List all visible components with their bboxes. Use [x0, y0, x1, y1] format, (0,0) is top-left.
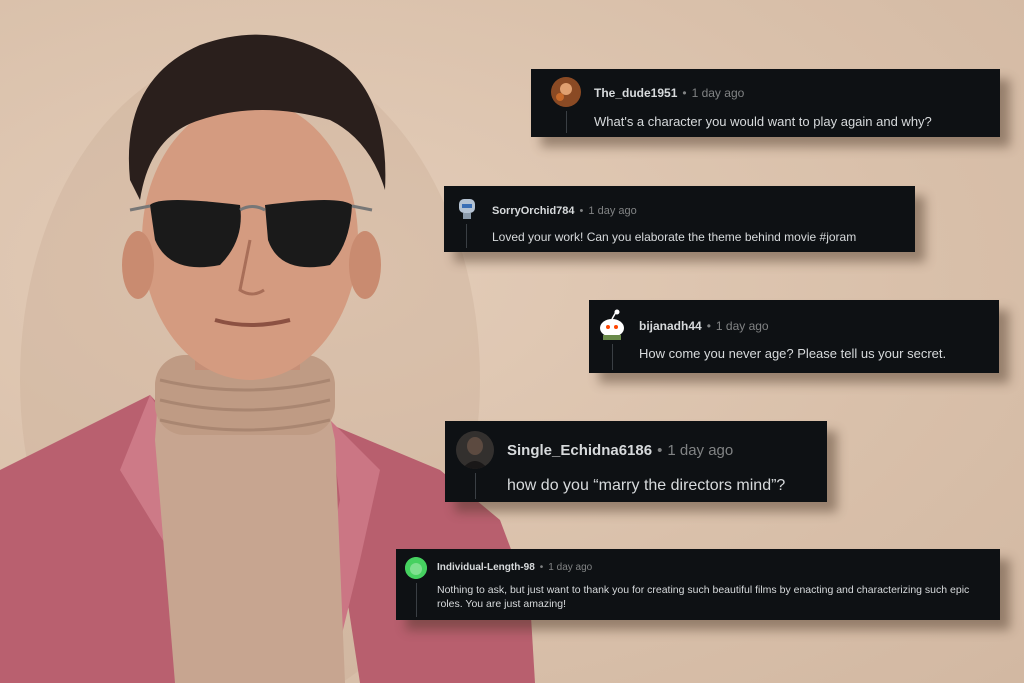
- comment-card[interactable]: bijanadh44 • 1 day ago How come you neve…: [589, 300, 999, 373]
- timestamp[interactable]: 1 day ago: [667, 442, 733, 459]
- timestamp[interactable]: 1 day ago: [692, 86, 745, 100]
- username[interactable]: The_dude1951: [594, 86, 677, 100]
- comment-card[interactable]: Single_Echidna6186 • 1 day ago how do yo…: [445, 421, 827, 502]
- username[interactable]: bijanadh44: [639, 319, 702, 333]
- separator-dot: •: [657, 442, 663, 459]
- comment-text: Loved your work! Can you elaborate the t…: [492, 230, 857, 244]
- comment-text: What's a character you would want to pla…: [594, 114, 932, 129]
- username[interactable]: Single_Echidna6186: [507, 442, 652, 459]
- comment-card[interactable]: Individual-Length-98 • 1 day ago Nothing…: [396, 549, 1000, 620]
- avatar[interactable]: [456, 431, 494, 469]
- comment-card[interactable]: SorryOrchid784 • 1 day ago Loved your wo…: [444, 186, 915, 252]
- snoo-avatar-icon: [600, 309, 624, 340]
- username[interactable]: Individual-Length-98: [437, 562, 535, 573]
- robot-avatar-icon: [459, 199, 475, 219]
- timestamp[interactable]: 1 day ago: [588, 205, 636, 217]
- comment-text: how do you “marry the directors mind”?: [507, 477, 786, 494]
- thread-line: [566, 111, 567, 133]
- separator-dot: •: [682, 86, 687, 100]
- thread-line: [612, 344, 613, 370]
- comment-card[interactable]: The_dude1951 • 1 day ago What's a charac…: [531, 69, 1000, 137]
- separator-dot: •: [706, 319, 711, 333]
- timestamp[interactable]: 1 day ago: [548, 562, 592, 573]
- separator-dot: •: [539, 562, 544, 573]
- user-avatar-icon: [551, 77, 581, 107]
- avatar[interactable]: [405, 557, 427, 579]
- username[interactable]: SorryOrchid784: [492, 205, 575, 217]
- separator-dot: •: [579, 205, 584, 217]
- thread-line: [416, 583, 417, 617]
- thread-line: [475, 473, 476, 499]
- user-avatar-icon: [405, 557, 427, 579]
- avatar[interactable]: [597, 308, 627, 340]
- timestamp[interactable]: 1 day ago: [716, 319, 769, 333]
- avatar[interactable]: [551, 77, 581, 107]
- user-avatar-icon: [456, 431, 494, 469]
- thread-line: [466, 224, 467, 248]
- comment-text: Nothing to ask, but just want to thank y…: [437, 584, 970, 611]
- comment-text: How come you never age? Please tell us y…: [639, 346, 947, 361]
- avatar[interactable]: [456, 196, 478, 220]
